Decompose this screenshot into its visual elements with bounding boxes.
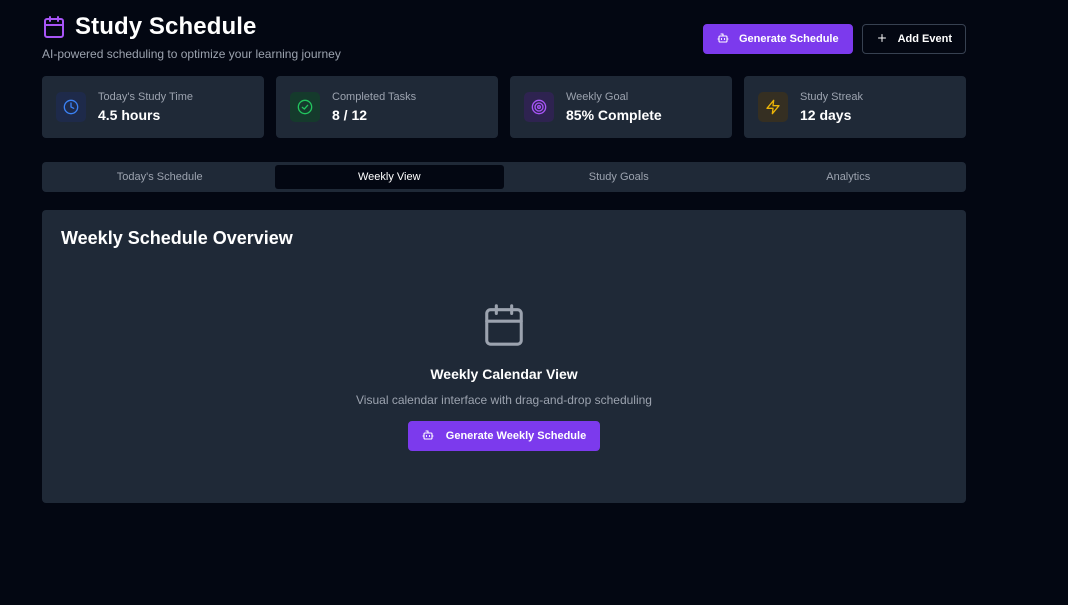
stat-value: 8 / 12 (332, 107, 368, 123)
tab-bar: Today's Schedule Weekly View Study Goals… (42, 162, 966, 192)
stat-card-weekly-goal: Weekly Goal 85% Complete (510, 76, 732, 138)
stat-label: Today's Study Time (98, 91, 194, 103)
plus-icon (876, 32, 888, 47)
stat-value: 4.5 hours (98, 107, 161, 123)
add-event-label: Add Event (897, 33, 952, 45)
zap-icon (758, 92, 788, 122)
tab-todays-schedule[interactable]: Today's Schedule (45, 165, 275, 189)
bot-icon (717, 32, 729, 47)
stat-card-completed-tasks: Completed Tasks 8 / 12 (276, 76, 498, 138)
clock-icon (56, 92, 86, 122)
study-schedule-page: Study Schedule AI-powered scheduling to … (0, 0, 1068, 605)
bot-icon (422, 429, 434, 444)
weekly-overview-panel: Weekly Schedule Overview Weekly Calendar… (42, 210, 966, 503)
stat-card-study-time: Today's Study Time 4.5 hours (42, 76, 264, 138)
stat-text: Completed Tasks 8 / 12 (332, 91, 416, 123)
panel-title: Weekly Schedule Overview (61, 228, 293, 248)
stat-label: Completed Tasks (332, 91, 417, 103)
page-title: Study Schedule (75, 13, 257, 40)
generate-schedule-button[interactable]: Generate Schedule (702, 24, 853, 54)
stat-text: Today's Study Time 4.5 hours (98, 91, 193, 123)
stats-row: Today's Study Time 4.5 hours Completed T… (42, 76, 966, 138)
calendar-icon (481, 302, 527, 353)
target-icon (524, 92, 554, 122)
add-event-button[interactable]: Add Event (861, 24, 966, 54)
empty-state-description: Visual calendar interface with drag-and-… (356, 393, 652, 407)
page-header: Study Schedule AI-powered scheduling to … (42, 12, 966, 68)
stat-text: Weekly Goal 85% Complete (566, 91, 662, 123)
stat-value: 12 days (800, 107, 852, 123)
tab-analytics[interactable]: Analytics (734, 165, 964, 189)
empty-state: Weekly Calendar View Visual calendar int… (42, 302, 966, 451)
tab-study-goals[interactable]: Study Goals (504, 165, 734, 189)
header-actions: Generate Schedule Add Event (702, 24, 966, 54)
stat-card-study-streak: Study Streak 12 days (744, 76, 966, 138)
empty-state-title: Weekly Calendar View (430, 366, 578, 382)
stat-label: Study Streak (800, 91, 863, 103)
stat-label: Weekly Goal (566, 91, 629, 103)
generate-weekly-schedule-button[interactable]: Generate Weekly Schedule (407, 421, 601, 451)
calendar-icon (42, 15, 66, 39)
generate-schedule-label: Generate Schedule (738, 33, 839, 45)
generate-weekly-schedule-label: Generate Weekly Schedule (445, 430, 587, 442)
tab-weekly-view[interactable]: Weekly View (274, 165, 504, 189)
stat-text: Study Streak 12 days (800, 91, 863, 123)
stat-value: 85% Complete (566, 107, 662, 123)
check-circle-icon (290, 92, 320, 122)
